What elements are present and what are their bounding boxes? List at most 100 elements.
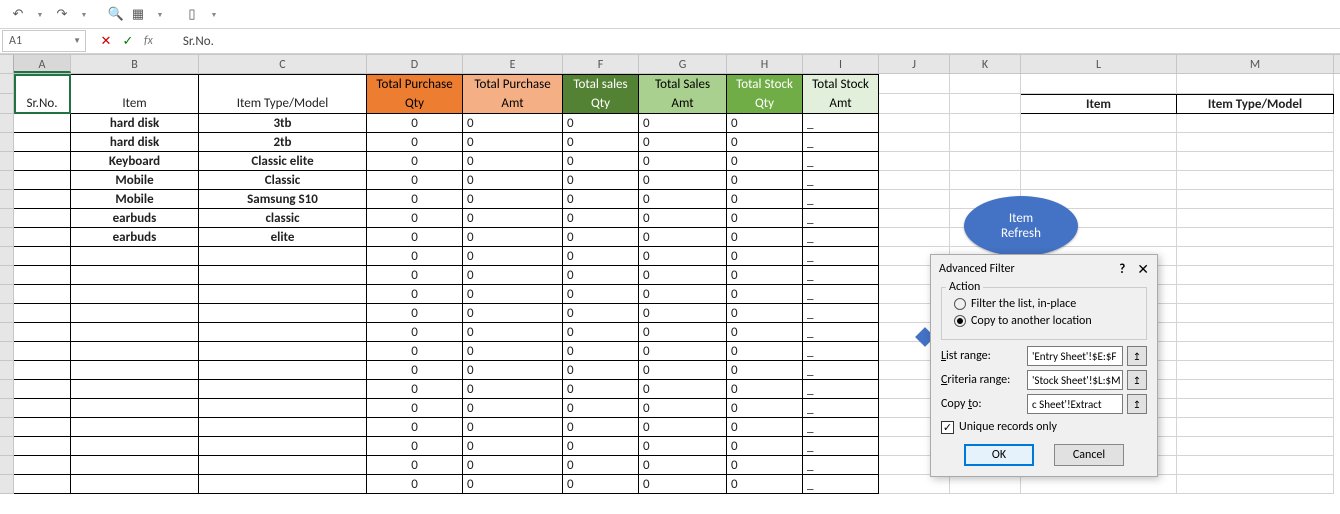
cell-C[interactable] [199,342,367,361]
cell-B[interactable] [71,456,199,475]
cell-G[interactable]: 0 [639,380,727,399]
cell-L[interactable] [1021,475,1177,494]
cell-E[interactable]: 0 [463,380,563,399]
header-H[interactable]: Total Stock [727,74,803,94]
row-header[interactable] [0,380,14,399]
row-header[interactable] [0,133,14,152]
cell-M[interactable] [1177,171,1334,190]
cell-C[interactable] [199,475,367,494]
cell-D[interactable]: 0 [367,475,463,494]
cell-D[interactable]: 0 [367,209,463,228]
cell-B[interactable] [71,304,199,323]
row-header[interactable] [0,342,14,361]
cell-G[interactable]: 0 [639,228,727,247]
cell-D[interactable]: 0 [367,247,463,266]
cell-K[interactable] [950,152,1021,171]
cell-L[interactable] [1021,114,1177,133]
cell-G[interactable]: 0 [639,418,727,437]
cell-B[interactable] [71,361,199,380]
cell-F[interactable]: 0 [563,209,639,228]
cell-B[interactable] [71,342,199,361]
column-header-E[interactable]: E [463,55,563,73]
dialog-close-icon[interactable]: ✕ [1137,261,1149,278]
cell-A[interactable] [14,285,71,304]
cell-F[interactable]: 0 [563,475,639,494]
column-header-K[interactable]: K [950,55,1021,73]
column-header-D[interactable]: D [367,55,463,73]
row-header[interactable] [0,437,14,456]
cell-H[interactable]: 0 [727,399,803,418]
cell-D[interactable]: 0 [367,361,463,380]
cell-H[interactable]: 0 [727,171,803,190]
cell-I[interactable]: _ [803,190,879,209]
row-header[interactable] [0,361,14,380]
column-header-F[interactable]: F [563,55,639,73]
cell-M[interactable] [1177,228,1334,247]
cell-G[interactable]: 0 [639,285,727,304]
cell-D[interactable]: 0 [367,380,463,399]
row-header[interactable] [0,209,14,228]
accept-formula-icon[interactable]: ✓ [118,31,138,51]
list-range-picker-icon[interactable]: ↥ [1127,346,1147,366]
cell-H[interactable]: 0 [727,114,803,133]
list-range-input[interactable]: 'Entry Sheet'!$E:$F [1027,346,1123,366]
cell-C[interactable] [199,399,367,418]
row-header[interactable] [0,94,14,114]
dialog-titlebar[interactable]: Advanced Filter ? ✕ [931,255,1157,283]
header-G[interactable]: Total Sales [639,74,727,94]
cell-F[interactable]: 0 [563,133,639,152]
cell-C[interactable]: Samsung S10 [199,190,367,209]
cell-I[interactable]: _ [803,285,879,304]
cell-E[interactable]: 0 [463,228,563,247]
paste-icon[interactable]: ▦ [128,4,148,24]
cell-G[interactable]: 0 [639,171,727,190]
cell-J[interactable] [879,114,950,133]
cell-B[interactable]: earbuds [71,228,199,247]
cell-M[interactable] [1177,304,1334,323]
cell-M[interactable] [1177,323,1334,342]
criteria-range-picker-icon[interactable]: ↥ [1127,370,1147,390]
header-A[interactable] [14,74,71,94]
header-B[interactable]: Item [71,94,199,114]
column-header-H[interactable]: H [727,55,803,73]
row-header[interactable] [0,418,14,437]
column-header-B[interactable]: B [71,55,199,73]
cell-C[interactable] [199,456,367,475]
cell-C[interactable] [199,380,367,399]
cell-C[interactable] [199,323,367,342]
cell-G[interactable]: 0 [639,304,727,323]
cell-F[interactable]: 0 [563,437,639,456]
cell-H[interactable]: 0 [727,266,803,285]
cell-F[interactable]: 0 [563,171,639,190]
cell-G[interactable]: 0 [639,209,727,228]
cell-G[interactable]: 0 [639,323,727,342]
header-B[interactable] [71,74,199,94]
cell-G[interactable]: 0 [639,475,727,494]
customize-dropdown-icon[interactable]: ▼ [204,4,224,24]
cell-M[interactable] [1177,152,1334,171]
cell-D[interactable]: 0 [367,114,463,133]
cell-M[interactable] [1177,190,1334,209]
cell-G[interactable]: 0 [639,247,727,266]
cell-F[interactable]: 0 [563,418,639,437]
cell-D[interactable]: 0 [367,342,463,361]
cell-K[interactable] [950,475,1021,494]
cell-A[interactable] [14,342,71,361]
row-header[interactable] [0,399,14,418]
row-header[interactable] [0,304,14,323]
cell-F[interactable]: 0 [563,342,639,361]
header-D[interactable]: Total Purchase [367,74,463,94]
cell-E[interactable]: 0 [463,285,563,304]
cell-E[interactable]: 0 [463,323,563,342]
cell-F[interactable]: 0 [563,380,639,399]
cell-H[interactable]: 0 [727,342,803,361]
cell-G[interactable]: 0 [639,152,727,171]
row-header[interactable] [0,171,14,190]
cell-I[interactable]: _ [803,361,879,380]
cell-E[interactable]: 0 [463,304,563,323]
cell-A[interactable] [14,399,71,418]
cell-I[interactable]: _ [803,266,879,285]
cell-G[interactable]: 0 [639,114,727,133]
cell-H[interactable]: 0 [727,456,803,475]
cell-M[interactable] [1177,285,1334,304]
